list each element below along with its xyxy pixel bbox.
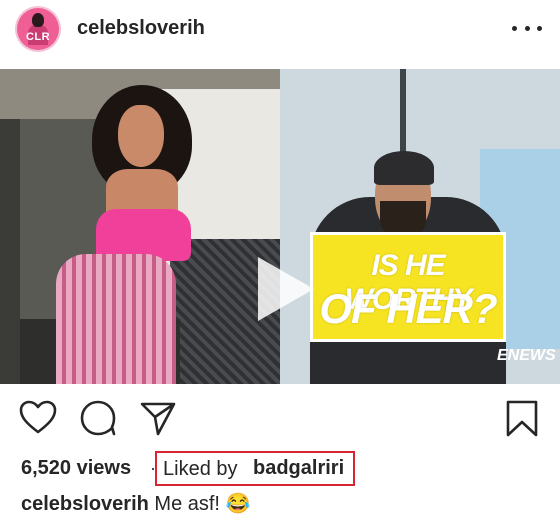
- share-icon[interactable]: [138, 398, 178, 438]
- comment-icon[interactable]: [78, 398, 118, 438]
- liked-by-label: Liked by: [163, 458, 238, 480]
- play-icon[interactable]: [258, 257, 314, 321]
- avatar-image: CLR: [17, 8, 59, 50]
- avatar-figure-head: [32, 13, 44, 27]
- scene-wall-left: [0, 119, 20, 384]
- banner-line-2: OF HER?: [319, 285, 497, 332]
- action-bar: [0, 398, 560, 440]
- view-count[interactable]: 6,520 views: [21, 457, 131, 480]
- heart-icon[interactable]: [18, 398, 58, 438]
- more-icon[interactable]: [512, 16, 542, 40]
- liked-by-username[interactable]: badgalriri: [253, 457, 344, 480]
- bookmark-icon[interactable]: [502, 398, 542, 438]
- avatar[interactable]: CLR: [15, 6, 61, 52]
- avatar-text: CLR: [25, 31, 51, 43]
- more-dot: [537, 25, 542, 31]
- post-username[interactable]: celebsloverih: [77, 17, 205, 40]
- woman-face: [118, 105, 164, 167]
- post-header: CLR celebsloverih: [0, 0, 560, 68]
- woman-striped-skirt: [56, 254, 176, 384]
- caption-username[interactable]: celebsloverih: [21, 493, 149, 515]
- more-dot: [524, 25, 530, 31]
- caption: celebsloverih Me asf! 😂: [21, 491, 250, 516]
- man-beanie: [374, 151, 434, 185]
- media-left-panel: [0, 69, 280, 384]
- caption-text: Me asf! 😂: [154, 493, 251, 515]
- post-media[interactable]: IS HE WORTHY OF HER? ENEWS: [0, 69, 560, 384]
- headline-banner: IS HE WORTHY OF HER?: [310, 232, 506, 342]
- more-dot: [512, 25, 517, 31]
- enews-watermark: ENEWS: [497, 347, 556, 364]
